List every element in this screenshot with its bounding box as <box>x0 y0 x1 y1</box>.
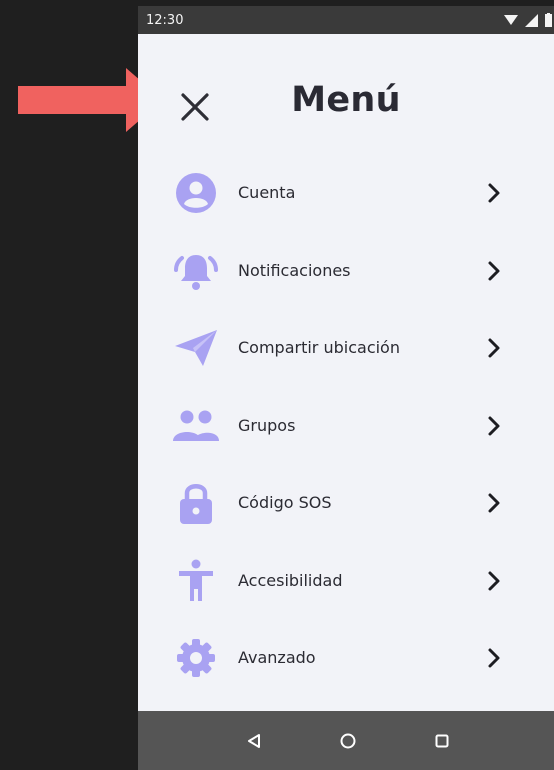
menu-item-grupos[interactable]: Grupos <box>138 396 554 456</box>
account-icon <box>170 171 222 215</box>
menu-item-label: Cuenta <box>238 183 296 202</box>
back-button[interactable] <box>240 727 268 755</box>
menu-item-avanzado[interactable]: Avanzado <box>138 628 554 688</box>
send-icon <box>170 326 222 370</box>
menu-item-label: Grupos <box>238 416 296 435</box>
navigation-bar <box>138 711 554 770</box>
home-button[interactable] <box>334 727 362 755</box>
chevron-right-icon <box>484 490 504 516</box>
wifi-icon <box>504 15 518 25</box>
menu-item-accesibilidad[interactable]: Accesibilidad <box>138 551 554 611</box>
chevron-right-icon <box>484 413 504 439</box>
menu-item-compartir-ubicacion[interactable]: Compartir ubicación <box>138 318 554 378</box>
recents-icon <box>435 734 449 748</box>
status-icons <box>504 6 554 34</box>
bell-ring-icon <box>170 249 222 293</box>
accessibility-icon <box>170 559 222 603</box>
status-bar: 12:30 <box>138 6 554 34</box>
back-icon <box>248 734 260 748</box>
menu-item-label: Avanzado <box>238 648 316 667</box>
home-icon <box>340 733 356 749</box>
menu-header: Menú <box>138 34 554 154</box>
recents-button[interactable] <box>428 727 456 755</box>
menu-item-cuenta[interactable]: Cuenta <box>138 163 554 223</box>
menu-item-codigo-sos[interactable]: Código SOS <box>138 473 554 533</box>
chevron-right-icon <box>484 180 504 206</box>
battery-icon <box>545 13 552 27</box>
lock-icon <box>170 481 222 525</box>
chevron-right-icon <box>484 568 504 594</box>
menu-item-label: Compartir ubicación <box>238 338 400 357</box>
page-title: Menú <box>291 80 401 120</box>
menu-item-label: Código SOS <box>238 493 332 512</box>
menu-item-label: Accesibilidad <box>238 571 343 590</box>
menu-item-label: Notificaciones <box>238 261 351 280</box>
group-icon <box>170 404 222 448</box>
chevron-right-icon <box>484 258 504 284</box>
menu-item-notificaciones[interactable]: Notificaciones <box>138 241 554 301</box>
signal-icon <box>525 13 538 27</box>
gear-icon <box>170 636 222 680</box>
status-time: 12:30 <box>146 12 184 28</box>
phone-screen: 12:30 Menú Cuenta Notificaciones Compart… <box>138 0 554 770</box>
chevron-right-icon <box>484 335 504 361</box>
chevron-right-icon <box>484 645 504 671</box>
